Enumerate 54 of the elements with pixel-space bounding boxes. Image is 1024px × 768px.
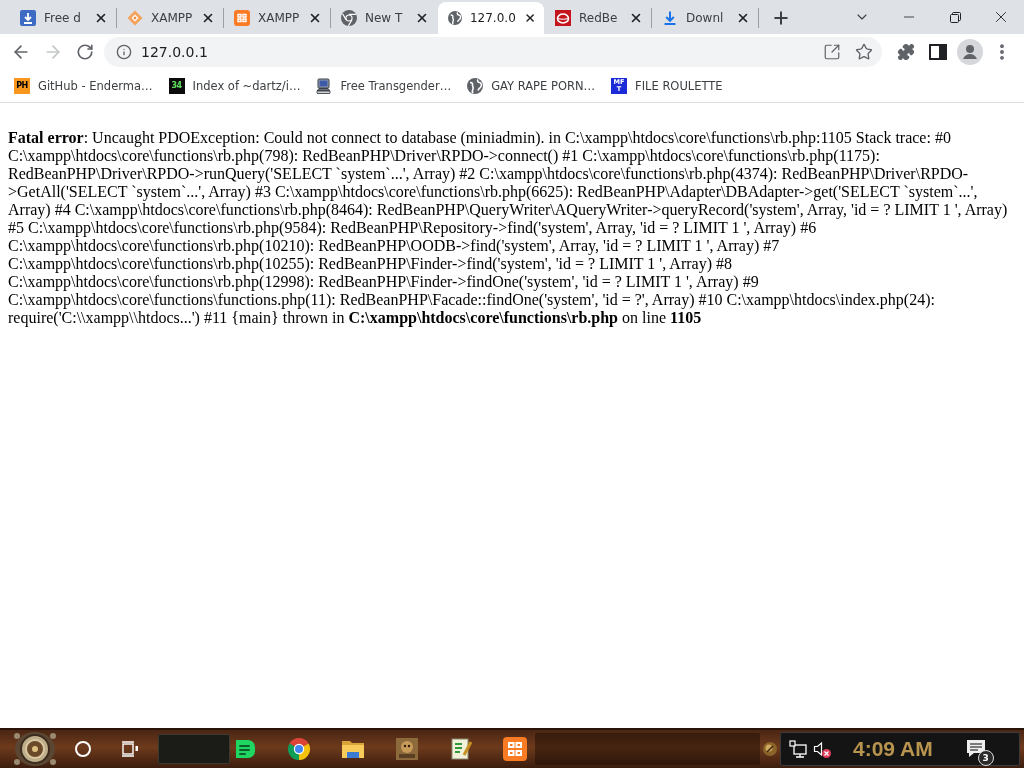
browser-tab[interactable]: 127.0.0	[438, 2, 544, 34]
restore-icon[interactable]	[949, 11, 961, 23]
close-icon[interactable]	[415, 11, 429, 25]
game-cover-icon[interactable]	[395, 737, 419, 761]
error-message: Fatal error: Uncaught PDOException: Could not connect to database (miniadmin). in C:\xampp\htdocs\core\functions\rb.php:1105 Stack trace: #0 C:\xampp\htdocs\core\functions\rb.php(798): RedBeanPHP\Driver\RPDO->connect() #1 C:\xampp\htdocs\core\functions\rb.php(1175): RedBeanPHP\Driver\RPDO->runQuery('SELECT `system`...', Array) #2 C:\xampp\htdocs\core\functions\rb.php(4374): RedBeanPHP\Driver\RPDO->GetAll('SELECT `system`...', Array) #3 C:\xampp\htdocs\core\functions\rb.php(6625): RedBeanPHP\Adapter\DBAdapter->get('SELECT `system`...', Array) #4 C:\xampp\htdocs\core\functions\rb.php(8464): RedBeanPHP\QueryWriter\AQueryWriter->queryRecord('system', Array, 'id = ? LIMIT 1 ', Array) #5 C:\xampp\htdocs\core\functions\rb.php(9584): RedBeanPHP\Repository->find('system', Array, 'id = ? LIMIT 1 ', Array) #6 C:\xampp\htdocs\core\functions\rb.php(10210): RedBeanPHP\OODB->find('system', Array, 'id = ? LIMIT 1 ', Array) #7 C:\xampp\htdocs\core\functions\rb.php(10255): RedBeanPHP\Finder->find('system', 'id = ? LIMIT 1 ', Array) #8 C:\xampp\htdocs\core\functions\rb.php(12998): RedBeanPHP\Finder->findOne('system', 'id = ? LIMIT 1 ', Array) #9 C:\xampp\htdocs\core\functions\functions.php(11): RedBeanPHP\Facade::findOne('system', 'id = ?', Array) #10 C:\xampp\htdocs\index.php(24): require('C:\\xampp\\htdocs...') #11 {main} thrown in C:\xampp\htdocs\core\functions\rb.php on line 1105	[8, 129, 1009, 327]
network-icon[interactable]	[789, 740, 807, 758]
browser-tab[interactable]: Free d	[10, 2, 116, 34]
download-box-icon	[20, 10, 36, 26]
browser-logo-icon	[341, 10, 357, 26]
close-icon[interactable]	[629, 11, 643, 25]
bookmark-link[interactable]: GAY RAPE PORN…	[461, 72, 602, 100]
close-icon[interactable]	[308, 11, 322, 25]
message-icon[interactable]	[233, 737, 257, 761]
bookmark-link[interactable]: PH GitHub - Enderma…	[8, 72, 159, 100]
app-logo-icon[interactable]	[503, 737, 527, 761]
diamond-icon	[127, 10, 143, 26]
globe-icon	[448, 10, 462, 26]
browser-tab[interactable]: XAMPP	[224, 2, 330, 34]
bookmark-link[interactable]: Free Transgender…	[310, 72, 458, 100]
gear-icon[interactable]	[13, 731, 57, 767]
close-icon[interactable]	[94, 11, 108, 25]
notepad-icon[interactable]	[449, 737, 473, 761]
browser-logo-icon[interactable]	[287, 737, 311, 761]
globe-icon	[467, 78, 484, 94]
info-icon[interactable]	[116, 44, 132, 60]
notification-icon[interactable]	[964, 738, 987, 760]
plus-icon[interactable]	[771, 8, 791, 28]
favicon-badge: 34	[168, 78, 185, 94]
browser-tab[interactable]: XAMPP	[117, 2, 223, 34]
task-view-icon[interactable]	[121, 740, 139, 758]
reload-icon[interactable]	[76, 43, 94, 61]
logo-icon	[555, 10, 571, 26]
puzzle-icon[interactable]	[897, 43, 915, 61]
app-logo-icon	[234, 10, 250, 26]
speaker-icon[interactable]	[813, 740, 831, 758]
browser-tab[interactable]: Downl	[652, 2, 758, 34]
bookmark-link[interactable]: 34 Index of ~dartz/i…	[162, 72, 307, 100]
address-field[interactable]: 127.0.0.1	[104, 37, 882, 67]
star-icon[interactable]	[855, 43, 873, 61]
close-icon[interactable]	[736, 11, 750, 25]
download-icon	[662, 10, 678, 26]
circle-icon[interactable]	[74, 740, 92, 758]
knob-icon	[763, 742, 777, 756]
close-icon[interactable]	[201, 11, 215, 25]
avatar-icon[interactable]	[957, 39, 983, 65]
share-icon[interactable]	[823, 43, 841, 61]
favicon-badge: PH	[14, 78, 30, 94]
computer-icon	[316, 78, 333, 94]
side-panel-icon[interactable]	[929, 44, 947, 60]
notification-badge: 3	[977, 750, 994, 766]
browser-tab[interactable]: New T	[331, 2, 437, 34]
search-field[interactable]	[158, 734, 230, 764]
clock-time[interactable]: 4:09 AM	[853, 737, 933, 761]
browser-tab[interactable]: RedBe	[545, 2, 651, 34]
